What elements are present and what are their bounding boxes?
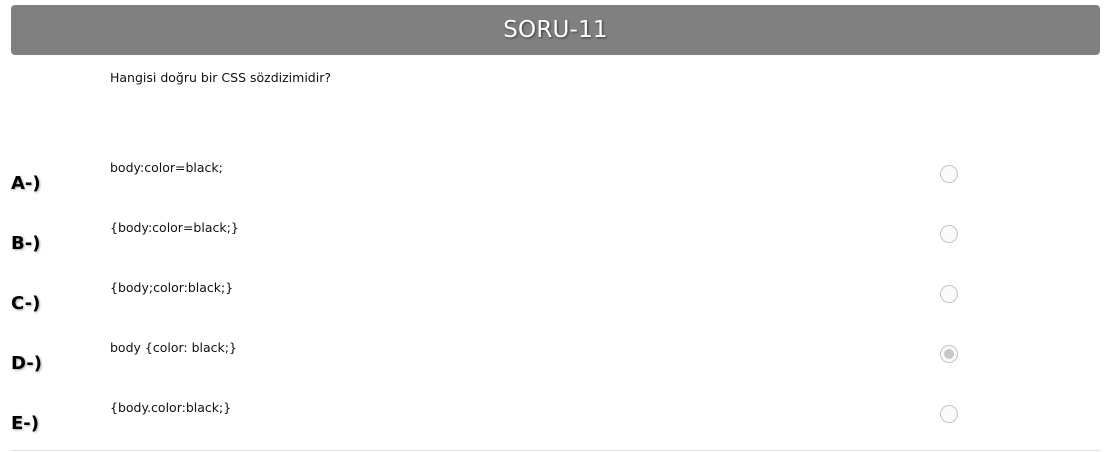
option-c-text: {body;color:black;} bbox=[110, 280, 234, 295]
option-a[interactable]: A-) body:color=black; bbox=[0, 155, 1115, 215]
option-a-radio[interactable] bbox=[940, 165, 958, 183]
option-d-radio[interactable] bbox=[940, 345, 958, 363]
option-b-radio[interactable] bbox=[940, 225, 958, 243]
option-b[interactable]: B-) {body:color=black;} bbox=[0, 215, 1115, 275]
option-e[interactable]: E-) {body.color:black;} bbox=[0, 395, 1115, 452]
quiz-panel: SORU-11 Hangisi doğru bir CSS sözdizimid… bbox=[0, 0, 1115, 452]
option-b-letter: B-) bbox=[11, 233, 41, 254]
option-e-text: {body.color:black;} bbox=[110, 400, 232, 415]
question-number-title: SORU-11 bbox=[503, 17, 608, 43]
option-c-letter: C-) bbox=[11, 293, 41, 314]
bottom-divider bbox=[11, 450, 1100, 451]
option-d[interactable]: D-) body {color: black;} bbox=[0, 335, 1115, 395]
option-c-radio[interactable] bbox=[940, 285, 958, 303]
option-d-text: body {color: black;} bbox=[110, 340, 237, 355]
option-d-letter: D-) bbox=[11, 353, 42, 374]
option-a-text: body:color=black; bbox=[110, 160, 223, 175]
option-a-letter: A-) bbox=[11, 173, 41, 194]
question-text: Hangisi doğru bir CSS sözdizimidir? bbox=[110, 70, 331, 85]
option-e-letter: E-) bbox=[11, 413, 39, 434]
option-c[interactable]: C-) {body;color:black;} bbox=[0, 275, 1115, 335]
question-header: SORU-11 bbox=[11, 5, 1100, 55]
option-b-text: {body:color=black;} bbox=[110, 220, 239, 235]
option-e-radio[interactable] bbox=[940, 405, 958, 423]
